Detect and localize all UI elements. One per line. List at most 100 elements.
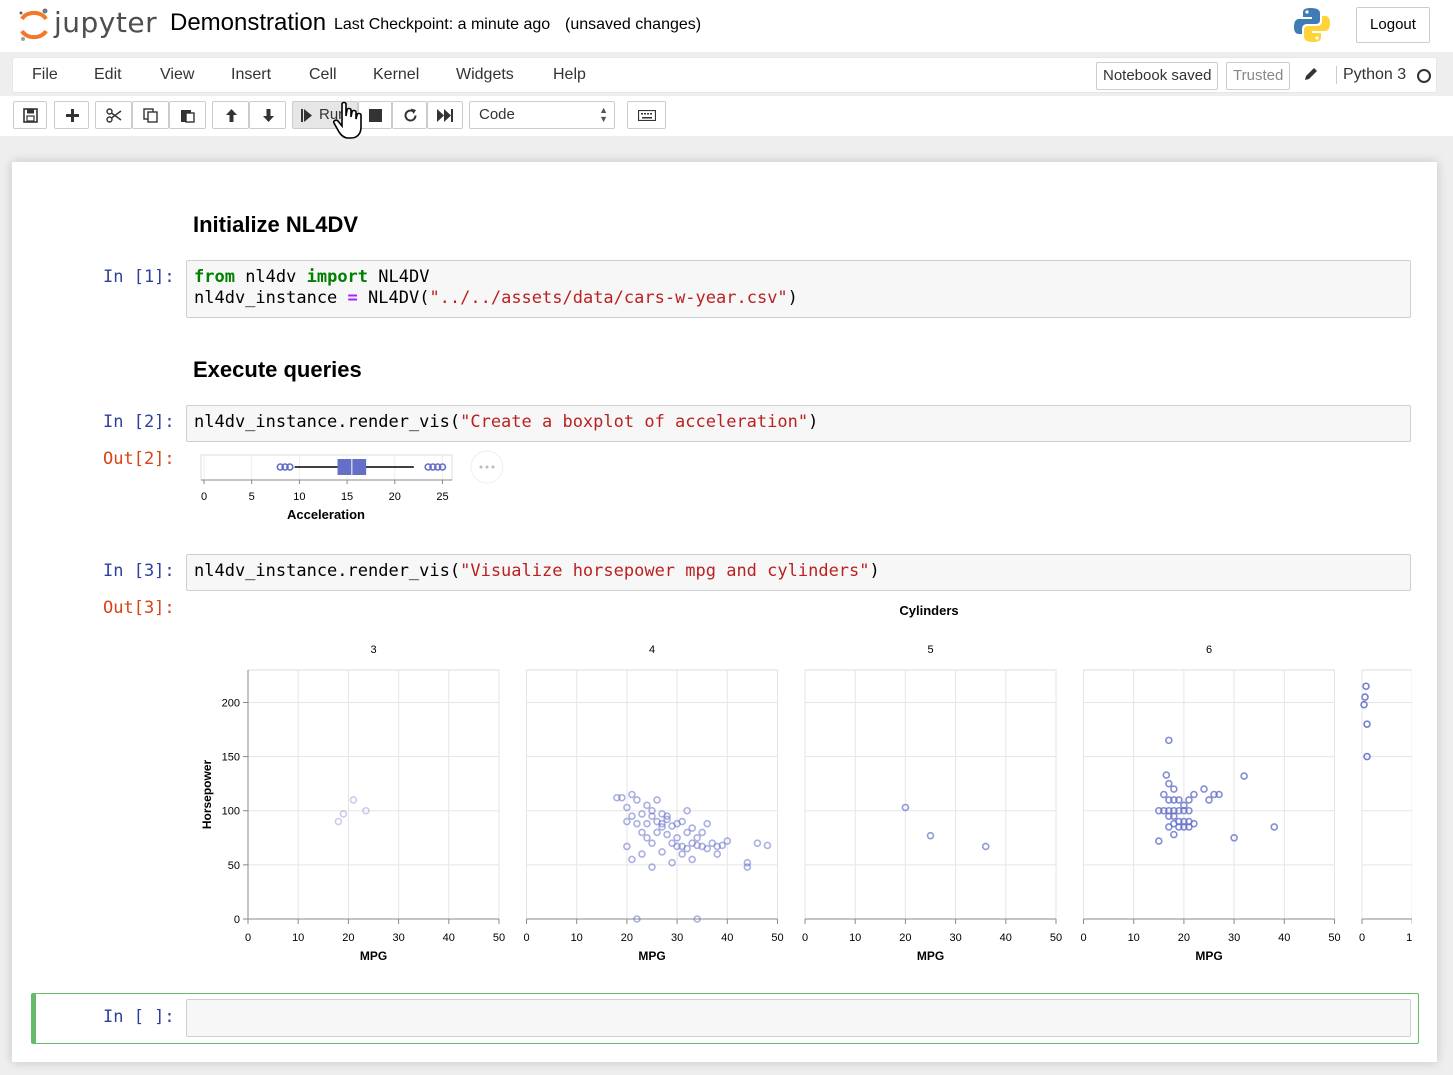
data-point (643, 819, 651, 828)
x-tick-label: 40 (443, 932, 455, 944)
code-punct: ) (787, 288, 798, 308)
x-tick-label: 50 (1050, 932, 1062, 944)
data-point (643, 834, 651, 842)
arrow-up-icon (226, 109, 237, 122)
data-point (633, 796, 641, 804)
stop-icon (369, 109, 382, 122)
jupyter-logo-icon[interactable] (18, 7, 52, 48)
markdown-heading[interactable]: Execute queries (193, 357, 362, 383)
data-point (643, 801, 651, 810)
plot-frame (1083, 669, 1335, 920)
menu-file[interactable]: File (32, 66, 58, 84)
step-forward-icon (301, 109, 312, 122)
data-point (638, 850, 646, 858)
menu-insert[interactable]: Insert (231, 66, 271, 84)
checkpoint-status: Last Checkpoint: a minute ago (334, 16, 551, 33)
menu-cell[interactable]: Cell (309, 66, 337, 84)
logout-button[interactable]: Logout (1356, 7, 1430, 43)
notebook-name[interactable]: Demonstration (170, 9, 326, 37)
function-call: nl4dv_instance.render_vis( (194, 412, 461, 432)
facet-panel: 50 10 20 30 40 50MPG (802, 644, 1062, 963)
data-point (1160, 790, 1168, 799)
x-tick-label: 10 (1406, 932, 1412, 944)
facet-panel: 40 10 20 30 40 50MPG (523, 644, 783, 963)
trusted-indicator[interactable]: Trusted (1226, 62, 1291, 90)
data-point (981, 842, 990, 851)
output-prompt: Out[2]: (103, 449, 175, 469)
input-prompt: In [ ]: (103, 1007, 175, 1027)
data-point (638, 810, 646, 818)
pencil-icon[interactable] (1303, 66, 1319, 87)
save-icon (23, 108, 38, 123)
restart-button[interactable] (392, 101, 427, 129)
code-line: from nl4dv import NL4DV (194, 267, 429, 287)
markdown-heading[interactable]: Initialize NL4DV (193, 212, 358, 238)
x-axis-label: Acceleration (287, 507, 365, 522)
restart-run-all-button[interactable] (427, 101, 463, 129)
x-tick-label: 30 (392, 932, 404, 944)
copy-icon (143, 108, 158, 123)
facet-title: Cylinders (899, 603, 958, 618)
cell-type-select[interactable]: Code ▲ ▼ (469, 101, 615, 129)
x-tick-label: 0 (245, 932, 251, 944)
x-tick-label: 40 (721, 932, 733, 944)
move-down-button[interactable] (249, 101, 286, 129)
x-tick-label: 20 (389, 491, 401, 503)
y-tick-label: 200 (222, 697, 240, 709)
x-tick-label: 0 (1080, 932, 1086, 944)
menu-help[interactable]: Help (553, 66, 586, 84)
x-axis-label: MPG (1195, 949, 1222, 963)
input-prompt: In [3]: (103, 561, 175, 581)
move-up-button[interactable] (212, 101, 249, 129)
menu-view[interactable]: View (160, 66, 194, 84)
variable-name: nl4dv_instance (194, 288, 348, 308)
plot-frame (1361, 669, 1412, 920)
code-line: nl4dv_instance.render_vis("Create a boxp… (194, 412, 818, 432)
class-name: NL4DV (368, 267, 430, 287)
insert-cell-button[interactable] (54, 101, 89, 129)
data-point (1200, 785, 1208, 793)
copy-button[interactable] (132, 101, 169, 129)
facet-label: 5 (927, 644, 933, 656)
menu-edit[interactable]: Edit (94, 66, 122, 84)
save-button[interactable] (13, 101, 47, 129)
data-point (693, 834, 701, 842)
x-tick-label: 20 (1178, 932, 1190, 944)
data-point (763, 841, 772, 850)
x-tick-label: 10 (293, 491, 305, 503)
faceted-scatter-chart: Cylinders30 10 20 30 40 50MPG40 10 20 30 40 50MPG5… (200, 603, 1412, 963)
menu-widgets[interactable]: Widgets (456, 66, 514, 84)
output-prompt: Out[3]: (103, 598, 175, 618)
string-literal: "Visualize horsepower mpg and cylinders" (460, 561, 870, 581)
unsaved-status: (unsaved changes) (565, 16, 702, 33)
code-line: nl4dv_instance = NL4DV("../../assets/dat… (194, 288, 798, 308)
data-point (678, 850, 686, 858)
data-point (628, 790, 636, 799)
kernel-name[interactable]: Python 3 (1336, 66, 1406, 84)
arrow-down-icon (263, 109, 274, 122)
data-point (349, 796, 358, 804)
paste-button[interactable] (169, 101, 206, 129)
data-point (1190, 790, 1198, 799)
x-axis-label: MPG (917, 949, 944, 963)
data-point (713, 850, 722, 858)
x-tick-label: 50 (493, 932, 505, 944)
data-point (703, 819, 712, 828)
x-tick-label: 30 (949, 932, 961, 944)
x-tick-label: 0 (201, 491, 207, 503)
data-point (1162, 771, 1171, 779)
data-point (753, 839, 762, 848)
string-literal: "../../assets/data/cars-w-year.csv" (429, 288, 788, 308)
logo-text[interactable]: jupyter (54, 6, 157, 39)
data-point (1362, 682, 1370, 691)
data-point (1165, 823, 1173, 831)
y-tick-label: 50 (228, 860, 240, 872)
data-point (1170, 785, 1178, 793)
menu-kernel[interactable]: Kernel (373, 66, 419, 84)
command-palette-button[interactable] (627, 101, 666, 129)
function-call: nl4dv_instance.render_vis( (194, 561, 461, 581)
x-tick-label: 50 (1328, 932, 1340, 944)
facet-panel: 6 0 10 20 30 40 50 MPG (1080, 644, 1340, 963)
cut-button[interactable] (95, 101, 132, 129)
code-cell-input[interactable] (186, 999, 1411, 1037)
